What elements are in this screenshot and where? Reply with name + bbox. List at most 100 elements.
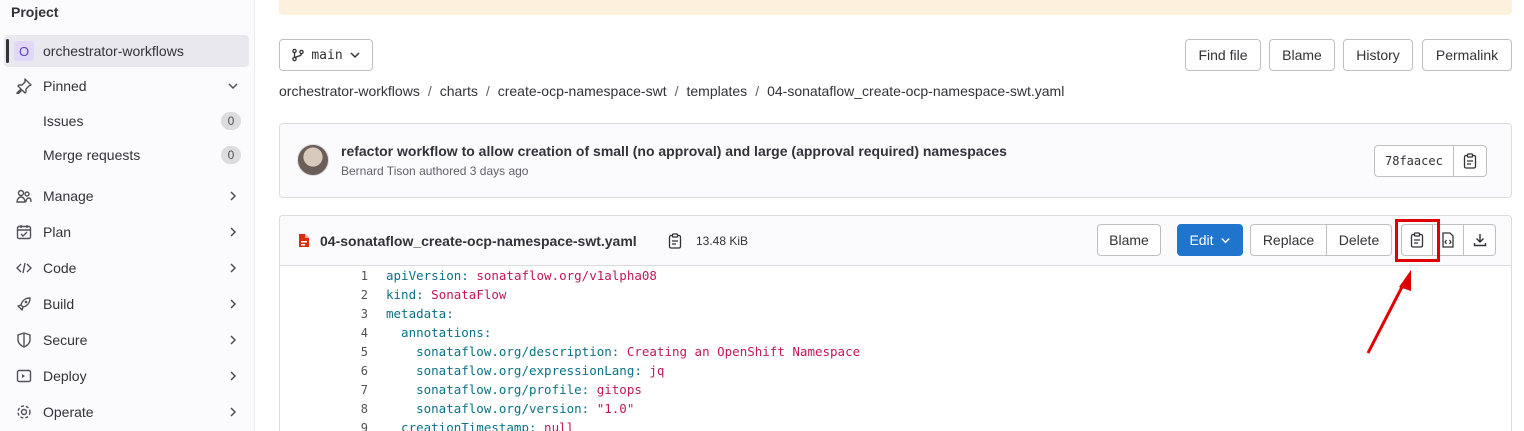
history-button[interactable]: History (1343, 39, 1413, 71)
sidebar-item-label: Merge requests (43, 147, 141, 163)
line-number[interactable]: 6 (280, 364, 368, 378)
find-file-button[interactable]: Find file (1185, 39, 1261, 71)
active-indicator (6, 39, 9, 63)
sidebar-item-merge-requests[interactable]: Merge requests 0 (4, 139, 249, 171)
cloud-gear-icon (16, 404, 32, 420)
planning-icon (16, 224, 32, 240)
blame-button[interactable]: Blame (1269, 39, 1335, 71)
commit-author[interactable]: Bernard Tison (341, 164, 416, 178)
breadcrumb: orchestrator-workflows / charts / create-o… (279, 83, 1064, 99)
code-text: sonataflow.org/description: Creating an … (386, 344, 860, 359)
download-button[interactable] (1464, 224, 1496, 256)
edit-button-label: Edit (1189, 232, 1214, 248)
sidebar-item-operate[interactable]: Operate (4, 396, 249, 428)
shield-icon (16, 332, 32, 348)
copy-sha-button[interactable] (1454, 146, 1486, 176)
code-line: 7 sonataflow.org/profile: gitops (280, 380, 1511, 399)
yaml-key: sonataflow.org/expressionLang: (386, 363, 642, 378)
project-name: orchestrator-workflows (43, 43, 184, 59)
breadcrumb-separator: / (674, 83, 679, 99)
code-line: 4 annotations: (280, 323, 1511, 342)
sidebar-item-label: Issues (43, 113, 84, 129)
yaml-key: annotations: (386, 325, 492, 340)
file-name: 04-sonataflow_create-ocp-namespace-swt.y… (320, 233, 637, 249)
code-text: annotations: (386, 325, 491, 340)
last-commit-panel: refactor workflow to allow creation of s… (279, 123, 1512, 198)
breadcrumb-item[interactable]: create-ocp-namespace-swt (498, 83, 667, 99)
author-avatar[interactable] (297, 144, 329, 176)
rocket-icon (16, 296, 32, 312)
code-line: 2 kind: SonataFlow (280, 285, 1511, 304)
branch-name: main (311, 47, 343, 63)
sidebar-item-build[interactable]: Build (4, 288, 249, 320)
breadcrumb-item[interactable]: templates (686, 83, 747, 99)
code-line: 6 sonataflow.org/expressionLang: jq (280, 361, 1511, 380)
sidebar-title: Project (11, 4, 59, 20)
file-blame-button[interactable]: Blame (1097, 224, 1161, 256)
breadcrumb-separator: / (485, 83, 490, 99)
yaml-key: sonataflow.org/version: (386, 401, 590, 416)
chevron-down-icon (1220, 237, 1230, 243)
sidebar-item-deploy[interactable]: Deploy (4, 360, 249, 392)
copy-file-path-button[interactable] (668, 233, 682, 252)
chevron-right-icon (225, 296, 241, 312)
sidebar-item-secure[interactable]: Secure (4, 324, 249, 356)
code-text: kind: SonataFlow (386, 287, 506, 302)
replace-button[interactable]: Replace (1250, 224, 1327, 256)
sidebar-item-pinned[interactable]: Pinned (4, 70, 249, 102)
sidebar-project-link[interactable]: O orchestrator-workflows (4, 35, 249, 67)
annotation-highlight-box (1395, 219, 1440, 262)
code-text: creationTimestamp: null (386, 420, 574, 431)
commit-meta: Bernard Tison authored 3 days ago (341, 164, 528, 178)
users-icon (16, 188, 32, 204)
yaml-value: "1.0" (589, 401, 635, 416)
sidebar: Project O orchestrator-workflows Pinned … (0, 0, 255, 431)
line-number[interactable]: 4 (280, 326, 368, 340)
edit-button[interactable]: Edit (1177, 224, 1243, 256)
deployments-icon (16, 368, 32, 384)
yaml-value: sonataflow.org/v1alpha08 (468, 268, 657, 283)
breadcrumb-current[interactable]: 04-sonataflow_create-ocp-namespace-swt.y… (767, 83, 1064, 99)
yaml-key: sonataflow.org/profile: (386, 382, 590, 397)
sidebar-item-code[interactable]: Code (4, 252, 249, 284)
chevron-right-icon (225, 332, 241, 348)
download-icon (1473, 234, 1486, 247)
chevron-right-icon (225, 260, 241, 276)
line-number[interactable]: 9 (280, 421, 368, 431)
thumbtack-icon (16, 78, 32, 94)
yaml-key: metadata: (386, 306, 454, 321)
branch-selector[interactable]: main (279, 39, 373, 71)
merge-requests-count-badge: 0 (221, 146, 241, 164)
file-code-icon (1442, 232, 1454, 248)
line-number[interactable]: 7 (280, 383, 368, 397)
code-text: apiVersion: sonataflow.org/v1alpha08 (386, 268, 657, 283)
sidebar-item-label: Pinned (43, 78, 87, 94)
commit-sha-group: 78faacec (1374, 145, 1487, 177)
line-number[interactable]: 2 (280, 288, 368, 302)
commit-title[interactable]: refactor workflow to allow creation of s… (341, 143, 1007, 159)
breadcrumb-item[interactable]: orchestrator-workflows (279, 83, 420, 99)
yaml-value: SonataFlow (423, 287, 507, 302)
sidebar-item-label: Code (43, 260, 77, 276)
notice-banner (279, 0, 1512, 15)
yaml-key: apiVersion: (386, 268, 469, 283)
line-number[interactable]: 5 (280, 345, 368, 359)
sidebar-item-label: Secure (43, 332, 88, 348)
line-number[interactable]: 8 (280, 402, 368, 416)
chevron-down-icon (350, 52, 360, 59)
permalink-button[interactable]: Permalink (1422, 39, 1512, 71)
delete-button[interactable]: Delete (1327, 224, 1392, 256)
sidebar-item-issues[interactable]: Issues 0 (4, 105, 249, 137)
commit-sha[interactable]: 78faacec (1375, 146, 1454, 176)
line-number[interactable]: 1 (280, 269, 368, 283)
sidebar-item-plan[interactable]: Plan (4, 216, 249, 248)
sidebar-item-manage[interactable]: Manage (4, 180, 249, 212)
line-number[interactable]: 3 (280, 307, 368, 321)
sidebar-item-label: Build (43, 296, 75, 312)
code-icon (16, 260, 32, 276)
yaml-value: Creating an OpenShift Namespace (619, 344, 861, 359)
code-text: sonataflow.org/version: "1.0" (386, 401, 634, 416)
breadcrumb-item[interactable]: charts (440, 83, 478, 99)
code-text: sonataflow.org/profile: gitops (386, 382, 642, 397)
file-size: 13.48 KiB (696, 234, 749, 248)
